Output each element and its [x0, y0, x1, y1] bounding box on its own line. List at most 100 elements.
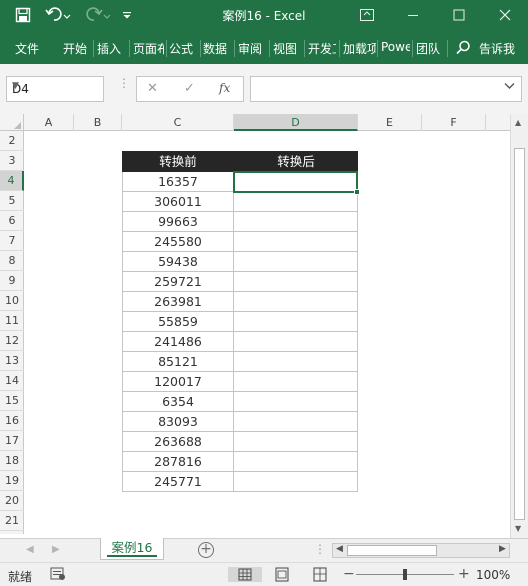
- search-icon[interactable]: [456, 40, 471, 58]
- table-cell-before[interactable]: 120017: [122, 372, 234, 392]
- column-header-f[interactable]: F: [422, 114, 486, 131]
- select-all-button[interactable]: [0, 114, 24, 131]
- table-cell-before[interactable]: 83093: [122, 412, 234, 432]
- zoom-level[interactable]: 100%: [476, 568, 510, 582]
- minimize-icon[interactable]: [398, 4, 428, 26]
- horizontal-scroll-thumb[interactable]: [347, 545, 437, 556]
- table-header-before[interactable]: 转换前: [122, 151, 234, 172]
- column-header-d[interactable]: D: [234, 114, 358, 131]
- tab-power-pivot[interactable]: Power Pivot: [381, 40, 410, 54]
- table-cell-before[interactable]: 263688: [122, 432, 234, 452]
- zoom-slider-thumb[interactable]: [403, 569, 407, 580]
- row-header-21[interactable]: 21: [0, 511, 24, 531]
- page-break-view-icon[interactable]: [312, 567, 330, 582]
- formula-bar-grip-icon[interactable]: ⋮: [118, 77, 130, 89]
- next-sheet-icon[interactable]: ▶: [52, 544, 60, 555]
- row-header-3[interactable]: 3: [0, 151, 24, 171]
- row-header-4[interactable]: 4: [0, 171, 24, 191]
- add-sheet-icon[interactable]: +: [198, 542, 214, 558]
- table-cell-after[interactable]: [234, 352, 358, 372]
- vertical-scrollbar[interactable]: ▲ ▼: [510, 114, 528, 538]
- table-cell-after[interactable]: [234, 292, 358, 312]
- table-cell-before[interactable]: 6354: [122, 392, 234, 412]
- tab-view[interactable]: 视图: [273, 40, 301, 57]
- row-header-10[interactable]: 10: [0, 291, 24, 311]
- enter-icon[interactable]: ✓: [184, 81, 195, 96]
- scroll-left-icon[interactable]: ◀: [336, 544, 343, 554]
- name-box[interactable]: D4 ▼: [6, 76, 104, 102]
- row-header-9[interactable]: 9: [0, 271, 24, 291]
- table-cell-before[interactable]: 59438: [122, 252, 234, 272]
- zoom-slider[interactable]: [356, 569, 454, 580]
- column-header-e[interactable]: E: [358, 114, 422, 131]
- column-header-b[interactable]: B: [74, 114, 122, 131]
- fill-handle[interactable]: [354, 189, 360, 195]
- table-cell-before[interactable]: 263981: [122, 292, 234, 312]
- scroll-right-icon[interactable]: ▶: [499, 544, 506, 554]
- sheet-tab[interactable]: 案例16: [100, 538, 164, 560]
- zoom-out-icon[interactable]: −: [343, 566, 355, 582]
- column-header-c[interactable]: C: [122, 114, 234, 131]
- row-header-20[interactable]: 20: [0, 491, 24, 511]
- table-cell-after[interactable]: [234, 232, 358, 252]
- tab-data[interactable]: 数据: [203, 40, 231, 57]
- table-cell-before[interactable]: 259721: [122, 272, 234, 292]
- row-header-5[interactable]: 5: [0, 191, 24, 211]
- row-header-2[interactable]: 2: [0, 131, 24, 151]
- chevron-down-icon[interactable]: ▼: [12, 81, 99, 91]
- table-cell-before[interactable]: 245771: [122, 472, 234, 492]
- tab-developer[interactable]: 开发工具: [308, 40, 336, 57]
- ribbon-display-icon[interactable]: [352, 4, 382, 26]
- table-cell-before[interactable]: 55859: [122, 312, 234, 332]
- row-header-13[interactable]: 13: [0, 351, 24, 371]
- restore-icon[interactable]: [444, 4, 474, 26]
- table-cell-after[interactable]: [234, 432, 358, 452]
- table-cell-after[interactable]: [234, 252, 358, 272]
- row-header-16[interactable]: 16: [0, 411, 24, 431]
- row-header-8[interactable]: 8: [0, 251, 24, 271]
- tab-insert[interactable]: 插入: [97, 40, 125, 57]
- table-cell-before[interactable]: 287816: [122, 452, 234, 472]
- previous-sheet-icon[interactable]: ◀: [26, 544, 34, 555]
- tab-home[interactable]: 开始: [63, 40, 91, 57]
- table-cell-before[interactable]: 16357: [122, 172, 234, 192]
- table-cell-after[interactable]: [234, 472, 358, 492]
- row-header-15[interactable]: 15: [0, 391, 24, 411]
- table-cell-after[interactable]: [234, 452, 358, 472]
- tab-review[interactable]: 审阅: [238, 40, 266, 57]
- table-cell-before[interactable]: 85121: [122, 352, 234, 372]
- table-cell-after[interactable]: [234, 412, 358, 432]
- tab-file[interactable]: 文件: [15, 40, 43, 57]
- table-cell-after[interactable]: [234, 212, 358, 232]
- row-header-7[interactable]: 7: [0, 231, 24, 251]
- table-cell-before[interactable]: 241486: [122, 332, 234, 352]
- row-header-18[interactable]: 18: [0, 451, 24, 471]
- scroll-down-icon[interactable]: ▼: [515, 524, 521, 533]
- close-icon[interactable]: [490, 4, 520, 26]
- row-header-12[interactable]: 12: [0, 331, 24, 351]
- table-cell-after[interactable]: [234, 392, 358, 412]
- row-header-14[interactable]: 14: [0, 371, 24, 391]
- table-cell-before[interactable]: 99663: [122, 212, 234, 232]
- row-header-17[interactable]: 17: [0, 431, 24, 451]
- tab-split-handle-icon[interactable]: ⋮: [314, 542, 326, 556]
- tab-team[interactable]: 团队: [416, 40, 444, 57]
- zoom-in-icon[interactable]: +: [458, 566, 470, 582]
- cancel-icon[interactable]: ✕: [147, 81, 158, 96]
- column-header-a[interactable]: A: [24, 114, 74, 131]
- row-header-19[interactable]: 19: [0, 471, 24, 491]
- worksheet-grid[interactable]: A B C D E F 2 3 4 5 6 7 8 9 10 11 12 13 14 15 16 17 18 19…: [0, 114, 528, 534]
- active-cell-selection[interactable]: [233, 171, 358, 193]
- table-cell-before[interactable]: 306011: [122, 192, 234, 212]
- insert-function-icon[interactable]: fx: [219, 81, 230, 95]
- tell-me-box[interactable]: 告诉我: [479, 40, 525, 57]
- row-header-6[interactable]: 6: [0, 211, 24, 231]
- table-cell-after[interactable]: [234, 372, 358, 392]
- tab-page-layout[interactable]: 页面布局: [133, 40, 164, 57]
- expand-formula-icon[interactable]: [504, 82, 515, 93]
- vertical-scroll-thumb[interactable]: [514, 148, 525, 520]
- tab-formulas[interactable]: 公式: [169, 40, 197, 57]
- table-header-after[interactable]: 转换后: [234, 151, 358, 172]
- table-cell-after[interactable]: [234, 192, 358, 212]
- formula-input[interactable]: [250, 76, 522, 102]
